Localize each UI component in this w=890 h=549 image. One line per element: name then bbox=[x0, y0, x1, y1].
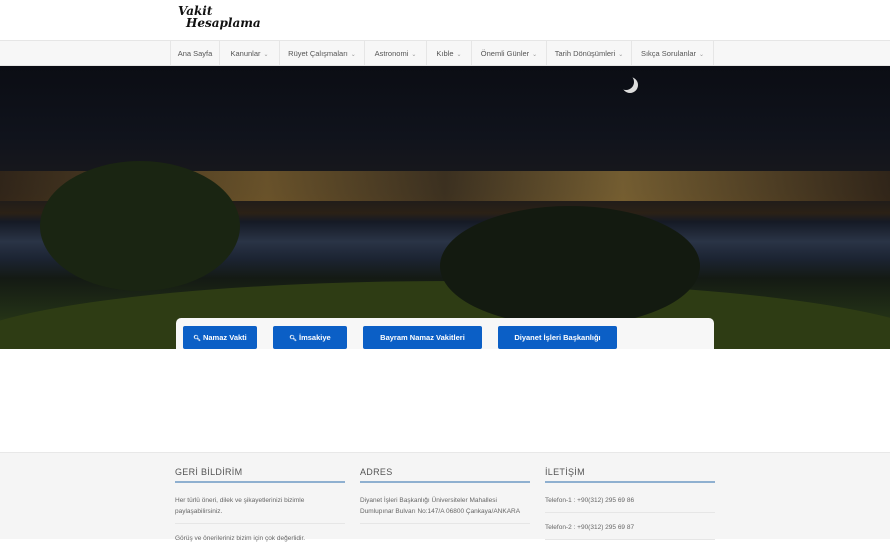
search-icon: 🔍︎ bbox=[289, 336, 297, 342]
nav-label: Astronomi bbox=[374, 49, 409, 58]
bayram-namaz-vakitleri-button[interactable]: Bayram Namaz Vakitleri bbox=[363, 326, 482, 349]
footer: GERİ BİLDİRİM Her türlü öneri, dilek ve … bbox=[0, 452, 890, 542]
hero-banner bbox=[0, 66, 890, 349]
address-title: ADRES bbox=[360, 467, 530, 483]
nav-label: Önemli Günler bbox=[480, 49, 530, 58]
nav-label: Kıble bbox=[436, 49, 454, 58]
tree-image bbox=[40, 161, 240, 291]
nav-kible[interactable]: Kıble ⌄ bbox=[427, 41, 472, 66]
button-label: İmsakiye bbox=[299, 333, 331, 342]
footer-address: ADRES Diyanet İşleri Başkanlığı Üniversi… bbox=[360, 467, 530, 533]
phone-2: Telefon-2 : +90(312) 295 69 87 bbox=[545, 522, 715, 540]
nav-label: Tarih Dönüşümleri bbox=[554, 49, 616, 58]
feedback-text: Her türlü öneri, dilek ve şikayetleriniz… bbox=[175, 495, 345, 524]
nav-sikca-sorulanlar[interactable]: Sıkça Sorulanlar ⌄ bbox=[632, 41, 714, 66]
phone-1: Telefon-1 : +90(312) 295 69 86 bbox=[545, 495, 715, 513]
button-label: Namaz Vakti bbox=[202, 333, 247, 342]
nav-label: Ana Sayfa bbox=[177, 49, 213, 58]
nav-ruyet[interactable]: Rüyet Çalışmaları ⌄ bbox=[280, 41, 365, 66]
chevron-down-icon: ⌄ bbox=[263, 52, 269, 58]
quick-links-panel: 🔍︎ Namaz Vakti 🔍︎ İmsakiye Bayram Namaz … bbox=[176, 318, 714, 349]
nav-label: Kanunlar bbox=[230, 49, 261, 58]
logo-line-2: Hesaplama bbox=[186, 16, 261, 30]
chevron-down-icon: ⌄ bbox=[618, 52, 624, 58]
button-label: Bayram Namaz Vakitleri bbox=[380, 333, 465, 342]
contact-title: İLETİŞİM bbox=[545, 467, 715, 483]
imsakiye-button[interactable]: 🔍︎ İmsakiye bbox=[273, 326, 347, 349]
nav-label: Sıkça Sorulanlar bbox=[640, 49, 696, 58]
namaz-vakti-button[interactable]: 🔍︎ Namaz Vakti bbox=[183, 326, 257, 349]
chevron-down-icon: ⌄ bbox=[350, 52, 356, 58]
button-label: Diyanet İşleri Başkanlığı bbox=[514, 333, 601, 342]
footer-feedback: GERİ BİLDİRİM Her türlü öneri, dilek ve … bbox=[175, 467, 345, 544]
nav-tarih-donusumleri[interactable]: Tarih Dönüşümleri ⌄ bbox=[547, 41, 632, 66]
address-text: Diyanet İşleri Başkanlığı Üniversiteler … bbox=[360, 495, 530, 524]
diyanet-button[interactable]: Diyanet İşleri Başkanlığı bbox=[498, 326, 617, 349]
nav-label: Rüyet Çalışmaları bbox=[288, 49, 348, 58]
feedback-title: GERİ BİLDİRİM bbox=[175, 467, 345, 483]
nav-onemli-gunler[interactable]: Önemli Günler ⌄ bbox=[472, 41, 547, 66]
search-icon: 🔍︎ bbox=[193, 336, 201, 342]
nav-ana-sayfa[interactable]: Ana Sayfa bbox=[170, 41, 220, 66]
nav-astronomi[interactable]: Astronomi ⌄ bbox=[365, 41, 427, 66]
chevron-down-icon: ⌄ bbox=[411, 52, 417, 58]
nav-kanunlar[interactable]: Kanunlar ⌄ bbox=[220, 41, 280, 66]
moon-image bbox=[618, 74, 634, 90]
chevron-down-icon: ⌄ bbox=[699, 52, 705, 58]
chevron-down-icon: ⌄ bbox=[532, 52, 538, 58]
site-logo[interactable]: Vakit Hesaplama bbox=[178, 5, 261, 29]
site-header: Vakit Hesaplama bbox=[0, 0, 890, 40]
tree-image bbox=[440, 206, 700, 326]
main-nav: Ana Sayfa Kanunlar ⌄ Rüyet Çalışmaları ⌄ A… bbox=[0, 40, 890, 66]
chevron-down-icon: ⌄ bbox=[456, 52, 462, 58]
footer-contact: İLETİŞİM Telefon-1 : +90(312) 295 69 86 … bbox=[545, 467, 715, 549]
